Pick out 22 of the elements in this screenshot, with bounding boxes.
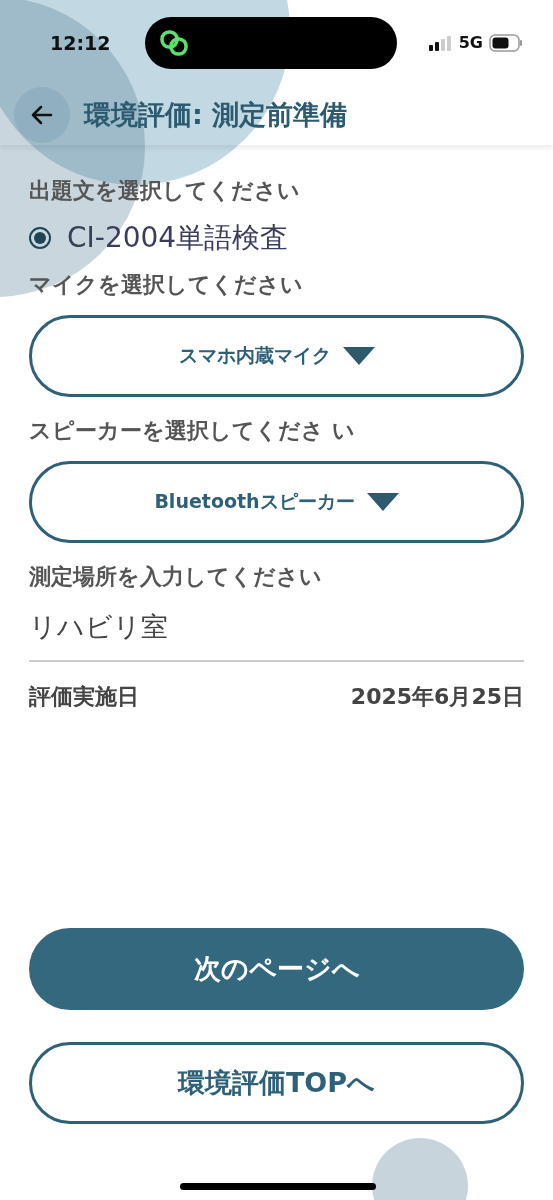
top-button[interactable]: 環境評価TOPへ xyxy=(29,1042,524,1124)
date-value: 2025年6月25日 xyxy=(350,683,524,711)
status-time: 12:12 xyxy=(50,31,112,54)
speaker-dropdown[interactable]: Bluetoothスピーカー xyxy=(29,461,524,543)
signal-icon xyxy=(428,34,453,51)
battery-icon xyxy=(489,33,523,52)
radio-option[interactable]: CI-2004単語検査 xyxy=(29,219,524,257)
next-page-button[interactable]: 次のページへ xyxy=(29,928,524,1010)
radio-button[interactable] xyxy=(29,227,51,249)
back-button[interactable] xyxy=(14,87,70,143)
field-label: スピーカーを選択してくださ い xyxy=(29,417,356,445)
date-label: 評価実施日 xyxy=(29,683,139,711)
dropdown-caret-icon xyxy=(366,493,399,511)
link-icon xyxy=(159,27,189,58)
network-label: 5G xyxy=(458,33,483,52)
microphone-dropdown[interactable]: スマホ内蔵マイク xyxy=(29,315,524,397)
field-label: マイクを選択してください xyxy=(29,271,304,299)
dropdown-caret-icon xyxy=(342,347,375,365)
field-label: 測定場所を入力してください xyxy=(29,563,323,591)
location-input-field[interactable]: リハビリ室 xyxy=(29,607,524,662)
field-label: 出題文を選択してください xyxy=(29,177,301,205)
page-title: 環境評価: 測定前準備 xyxy=(84,98,348,132)
